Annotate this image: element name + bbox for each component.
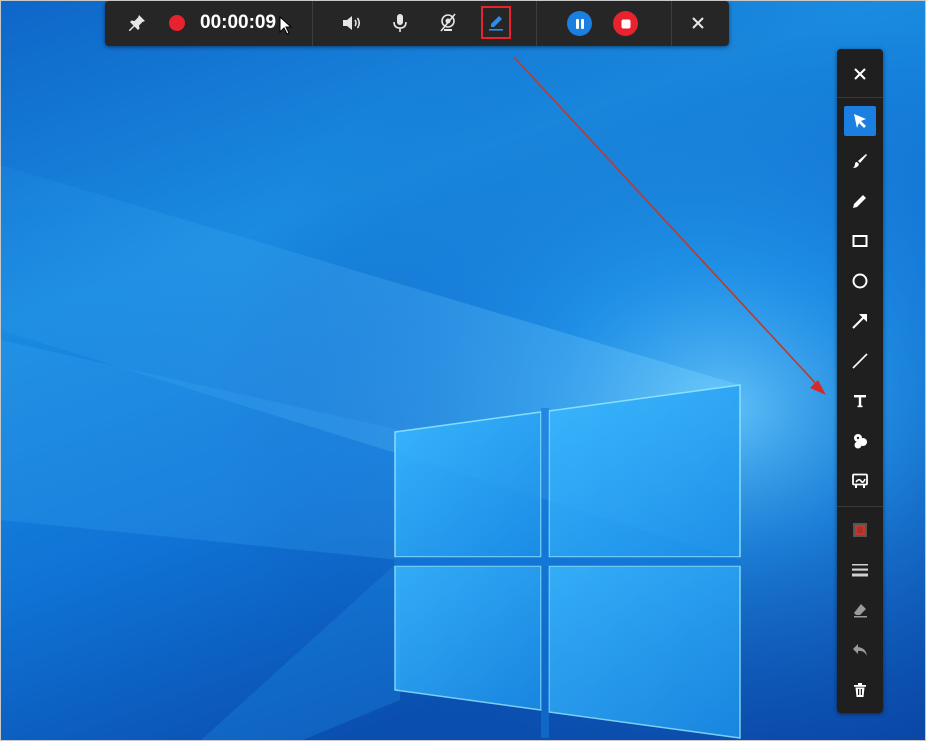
tool-number-marker[interactable] [844, 426, 876, 456]
divider [312, 1, 313, 46]
trash-icon [854, 683, 866, 697]
eraser-icon [854, 604, 867, 618]
eraser-button[interactable] [844, 595, 876, 625]
close-icon [692, 17, 704, 29]
annotation-toolbar [837, 49, 883, 713]
tool-rectangle[interactable] [844, 226, 876, 256]
camera-toggle-button[interactable] [432, 7, 464, 39]
tool-text[interactable] [844, 386, 876, 416]
close-toolbar-button[interactable] [682, 7, 714, 39]
desktop [0, 0, 926, 741]
undo-button[interactable] [844, 635, 876, 665]
pen-draw-icon [489, 16, 503, 31]
speaker-icon [343, 16, 361, 30]
tool-brush[interactable] [844, 146, 876, 176]
tool-ellipse[interactable] [844, 266, 876, 296]
divider [536, 1, 537, 46]
highlight-icon [852, 473, 868, 488]
pencil-icon [853, 195, 866, 208]
number-marker-icon [854, 434, 867, 449]
tool-pencil[interactable] [844, 186, 876, 216]
recording-timer: 00:00:09 [200, 12, 277, 33]
color-picker[interactable] [844, 515, 876, 545]
line-icon [852, 353, 868, 369]
pin-button[interactable] [121, 7, 153, 39]
undo-icon [853, 644, 867, 656]
stop-icon [621, 19, 630, 28]
color-swatch-icon [853, 523, 867, 537]
cursor-select-icon [854, 114, 866, 128]
pause-icon [575, 18, 584, 29]
mouse-cursor-icon [279, 16, 293, 35]
microphone-button[interactable] [384, 7, 416, 39]
close-icon [854, 68, 866, 80]
line-width-picker[interactable] [844, 555, 876, 585]
stop-button[interactable] [613, 11, 638, 36]
record-dot-icon [169, 15, 185, 31]
divider [671, 1, 672, 46]
brush-icon [853, 154, 867, 168]
ellipse-icon [852, 273, 868, 289]
speaker-button[interactable] [336, 7, 368, 39]
tool-arrow[interactable] [844, 306, 876, 336]
microphone-icon [393, 14, 407, 32]
text-icon [854, 395, 866, 408]
tool-highlight[interactable] [844, 466, 876, 496]
windows-wallpaper [0, 0, 926, 741]
tool-line[interactable] [844, 346, 876, 376]
camera-off-icon [440, 13, 456, 32]
recording-toolbar: 00:00:09 [105, 1, 729, 46]
delete-button[interactable] [844, 675, 876, 705]
close-annotation-button[interactable] [844, 59, 876, 89]
divider [837, 506, 883, 507]
pause-button[interactable] [567, 11, 592, 36]
tool-select[interactable] [844, 106, 876, 136]
divider [837, 97, 883, 98]
line-width-icon [852, 564, 868, 577]
rectangle-icon [852, 235, 868, 247]
draw-button[interactable] [480, 7, 512, 39]
arrow-icon [852, 314, 867, 329]
pin-icon [129, 15, 145, 31]
